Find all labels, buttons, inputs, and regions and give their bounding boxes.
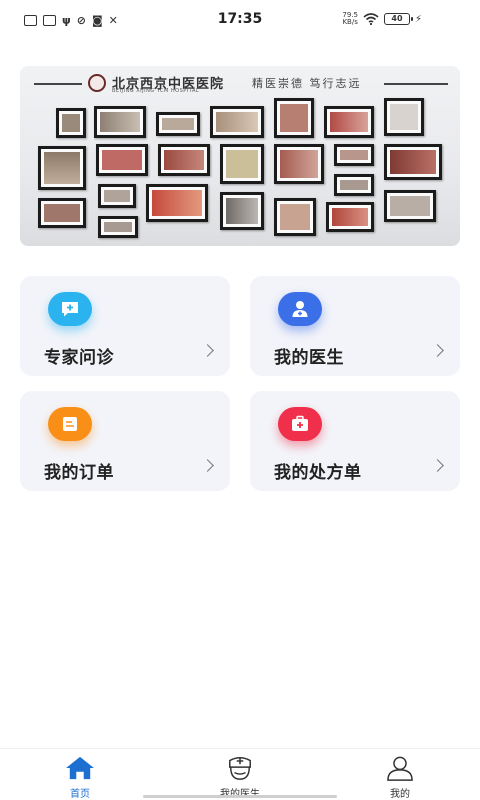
nav-label: 我的	[390, 789, 410, 800]
hospital-slogan: 精医崇德 笃行志远	[252, 77, 362, 90]
photo-frame	[326, 202, 374, 232]
user-icon	[387, 756, 413, 781]
home-indicator[interactable]	[143, 795, 337, 798]
card-label: 专家问诊	[44, 348, 114, 368]
status-indicators: 79.5 KB/s 40 ⚡	[342, 12, 422, 26]
photo-frame	[96, 144, 148, 176]
hospital-logo	[88, 74, 106, 92]
order-icon	[48, 407, 92, 441]
doctor-icon	[278, 292, 322, 326]
banner-divider-right	[384, 83, 448, 85]
photo-frame	[94, 106, 146, 138]
photo-frame	[38, 146, 86, 190]
sync-icon: ⊘	[76, 13, 86, 27]
nav-my-doctor[interactable]: 我的医生	[160, 749, 320, 800]
tools-icon: ✕	[108, 13, 118, 27]
status-bar: ψ ⊘ ◙ ✕ 17:35 79.5 KB/s 40 ⚡	[0, 0, 480, 40]
photo-frame	[334, 174, 374, 196]
charging-icon: ⚡	[414, 13, 422, 25]
chevron-right-icon	[201, 344, 214, 357]
photo-frame	[274, 98, 314, 138]
nav-me[interactable]: 我的	[320, 749, 480, 800]
banner-divider-left	[34, 83, 82, 85]
banner-header: 北京西京中医医院 BEIJING XIJING TCM HOSPITAL 精医崇…	[20, 72, 460, 94]
hospital-banner[interactable]: 北京西京中医医院 BEIJING XIJING TCM HOSPITAL 精医崇…	[20, 66, 460, 246]
photo-frame	[220, 144, 264, 184]
photo-frame	[158, 144, 210, 176]
photo-frame	[98, 216, 138, 238]
card-my-orders[interactable]: 我的订单	[20, 391, 230, 491]
photo-frame	[384, 98, 424, 136]
photo-frame	[384, 190, 436, 222]
photo-frame	[334, 144, 374, 166]
medical-kit-icon	[278, 407, 322, 441]
photo-frame	[324, 106, 374, 138]
doctor-badge-icon	[229, 757, 251, 780]
photo-frame	[220, 192, 264, 230]
nav-home[interactable]: 首页	[0, 749, 160, 800]
chevron-right-icon	[201, 459, 214, 472]
network-speed-unit: KB/s	[342, 18, 358, 26]
chat-plus-icon	[48, 292, 92, 326]
card-my-prescriptions[interactable]: 我的处方单	[250, 391, 460, 491]
usb-icon: ψ	[62, 13, 71, 27]
message-icon: ◙	[91, 13, 103, 27]
card-my-doctor[interactable]: 我的医生	[250, 276, 460, 376]
card-label: 我的处方单	[274, 463, 362, 483]
photo-frame	[210, 106, 264, 138]
photo-frame	[98, 184, 136, 208]
photo-frame	[384, 144, 442, 180]
photo-frame	[56, 108, 86, 138]
wifi-icon	[363, 13, 379, 25]
battery-icon: 40	[383, 13, 413, 25]
notification-icons: ψ ⊘ ◙ ✕	[24, 13, 118, 27]
bottom-nav: 首页 我的医生 我的	[0, 748, 480, 800]
card-label: 我的医生	[274, 348, 344, 368]
card-expert-consultation[interactable]: 专家问诊	[20, 276, 230, 376]
notification-x-icon	[24, 14, 37, 26]
hospital-name-en: BEIJING XIJING TCM HOSPITAL	[112, 88, 200, 94]
photo-frame	[156, 112, 200, 136]
card-label: 我的订单	[44, 463, 114, 483]
chevron-right-icon	[431, 344, 444, 357]
nav-label: 首页	[70, 789, 90, 800]
photo-frame	[274, 144, 324, 184]
photo-frame	[146, 184, 208, 222]
chevron-right-icon	[431, 459, 444, 472]
photo-frame	[274, 198, 316, 236]
home-icon	[66, 756, 94, 780]
photo-frame	[38, 198, 86, 228]
notification-app-icon	[43, 14, 56, 26]
network-speed: 79.5 KB/s	[342, 12, 358, 26]
